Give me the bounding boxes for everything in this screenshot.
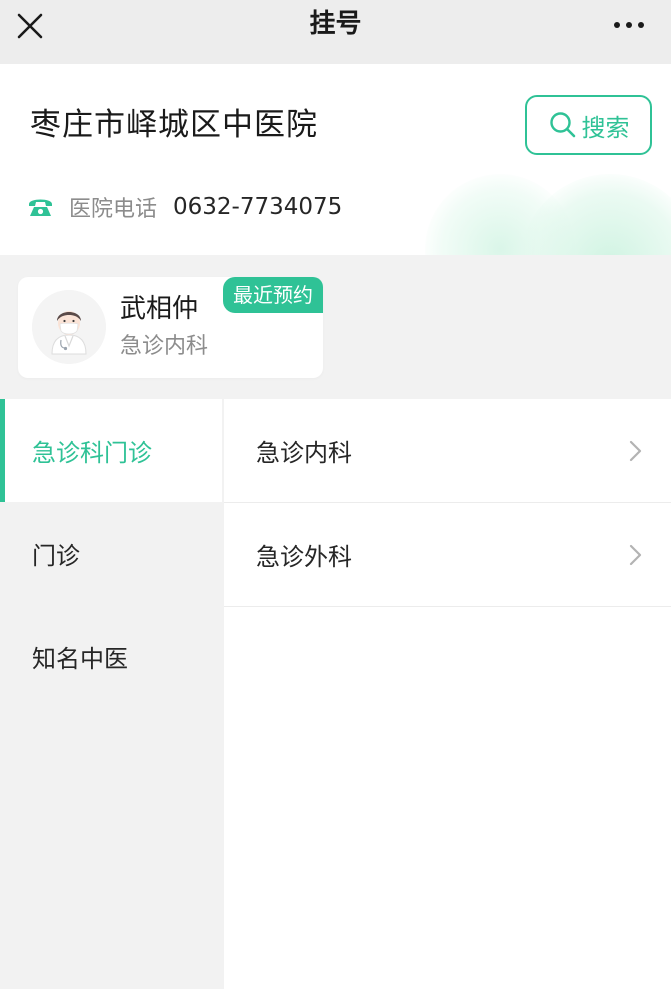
doctor-avatar — [32, 290, 106, 364]
close-icon — [17, 13, 43, 39]
phone-label: 医院电话 — [69, 197, 158, 222]
more-dot — [638, 22, 644, 28]
hospital-phone-row[interactable]: 医院电话 0632-7734075 — [28, 190, 342, 224]
search-button-label: 搜索 — [581, 113, 630, 142]
doctor-department: 急诊内科 — [120, 334, 209, 359]
doctor-name: 武相仲 — [120, 294, 199, 324]
more-dots-icon — [614, 22, 620, 28]
close-button[interactable] — [10, 6, 50, 46]
more-menu-button[interactable] — [605, 8, 653, 42]
page-title: 挂号 — [309, 9, 362, 39]
chevron-right-icon — [629, 440, 642, 461]
department-label: 急诊内科 — [256, 439, 352, 467]
hospital-name: 枣庄市峄城区中医院 — [30, 107, 318, 143]
nav-item-emergency-clinic[interactable]: 急诊科门诊 — [0, 399, 222, 502]
list-item-emergency-internal[interactable]: 急诊内科 — [224, 399, 671, 503]
decorative-circle — [520, 174, 671, 255]
phone-number[interactable]: 0632-7734075 — [173, 194, 342, 220]
chevron-right-icon — [629, 544, 642, 565]
search-button[interactable]: 搜索 — [525, 95, 652, 155]
nav-item-outpatient[interactable]: 门诊 — [0, 502, 222, 605]
more-dot — [626, 22, 632, 28]
recent-appointment-badge: 最近预约 — [223, 277, 323, 313]
department-category-nav: 急诊科门诊 门诊 知名中医 — [0, 399, 222, 989]
recent-appointment-card[interactable]: 武相仲 急诊内科 最近预约 — [18, 277, 323, 378]
department-list: 急诊内科 急诊外科 — [222, 399, 671, 989]
doctor-avatar-icon — [32, 290, 106, 364]
search-icon — [549, 112, 575, 138]
phone-icon — [29, 199, 52, 216]
list-item-emergency-surgery[interactable]: 急诊外科 — [224, 503, 671, 607]
top-bar: 挂号 — [0, 0, 671, 64]
hospital-header: 枣庄市峄城区中医院 搜索 医院电话 0632-7734075 — [0, 64, 671, 255]
nav-item-famous-tcm[interactable]: 知名中医 — [0, 605, 222, 708]
department-label: 急诊外科 — [256, 543, 352, 571]
